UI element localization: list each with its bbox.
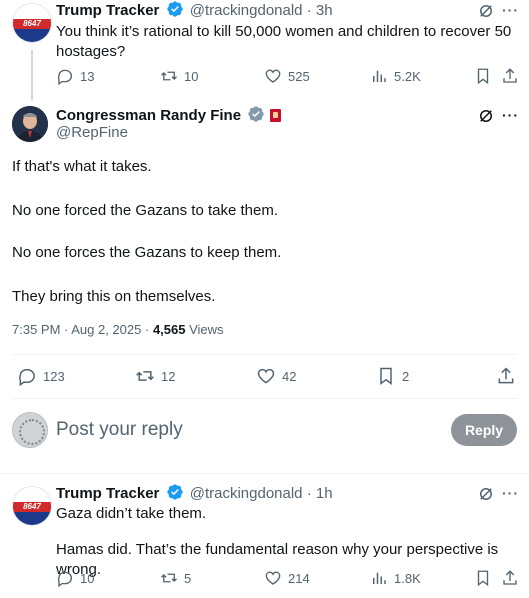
share-button[interactable] bbox=[501, 67, 519, 85]
tweet-actions: 13 10 525 5.2K bbox=[56, 67, 529, 87]
tweet-text-line: They bring this on themselves. bbox=[12, 288, 216, 305]
tweet-metadata: 7:35 PM · Aug 2, 2025 · 4,565 Views bbox=[12, 321, 224, 339]
repost-icon bbox=[136, 371, 154, 381]
like-button[interactable]: 214 bbox=[264, 569, 310, 587]
like-count: 525 bbox=[288, 68, 310, 84]
bookmark-button[interactable]: 2 bbox=[376, 366, 409, 386]
reply-count: 13 bbox=[80, 68, 95, 84]
verified-badge-icon bbox=[166, 484, 183, 500]
tweet-actions: 10 5 214 1.8K bbox=[56, 569, 529, 589]
views-icon bbox=[373, 572, 386, 584]
user-avatar[interactable] bbox=[12, 412, 48, 448]
repost-count: 12 bbox=[161, 368, 176, 384]
divider bbox=[12, 354, 517, 355]
author-name[interactable]: Trump Tracker bbox=[56, 2, 159, 19]
like-button[interactable]: 525 bbox=[264, 67, 310, 85]
divider bbox=[12, 398, 517, 399]
tweet-header: Trump Tracker @trackingdonald · 1h bbox=[56, 483, 333, 504]
tweet-text-line: You think it’s rational to kill 50,000 w… bbox=[56, 23, 512, 40]
share-button[interactable] bbox=[501, 569, 519, 587]
timestamp[interactable]: 3h bbox=[316, 2, 333, 19]
bookmark-icon bbox=[477, 570, 489, 587]
tweet-text-line: hostages? bbox=[56, 43, 126, 60]
tweet-trump-tracker-1[interactable]: 8647 Trump Tracker @trackingdonald · 3h … bbox=[0, 0, 529, 100]
reply-button[interactable]: 13 bbox=[56, 67, 94, 85]
separator: · bbox=[306, 2, 312, 19]
reply-icon bbox=[19, 369, 35, 386]
views-count: 4,565 bbox=[152, 322, 186, 337]
bookmark-icon bbox=[380, 367, 392, 385]
grok-icon[interactable] bbox=[477, 2, 495, 20]
reply-button[interactable]: 10 bbox=[56, 569, 94, 587]
views-label: Views bbox=[189, 322, 224, 337]
reply-icon bbox=[57, 69, 73, 85]
reply-icon bbox=[57, 571, 73, 587]
tweet-trump-tracker-2[interactable]: 8647 Trump Tracker @trackingdonald · 1h … bbox=[0, 473, 529, 598]
reply-button[interactable]: 123 bbox=[17, 366, 65, 386]
more-icon[interactable]: ··· bbox=[502, 485, 519, 501]
reply-input[interactable]: Post your reply bbox=[56, 418, 183, 442]
avatar-label: 8647 bbox=[13, 19, 51, 29]
views-icon bbox=[373, 70, 386, 82]
tweet-header: Trump Tracker @trackingdonald · 3h bbox=[56, 0, 333, 21]
repost-button[interactable]: 10 bbox=[160, 67, 198, 85]
verified-badge-icon bbox=[166, 1, 183, 17]
like-icon bbox=[265, 571, 281, 585]
grok-icon[interactable] bbox=[477, 485, 495, 503]
avatar-portrait bbox=[12, 106, 48, 142]
separator: · bbox=[306, 485, 312, 502]
tweet-text-line: No one forced the Gazans to take them. bbox=[12, 202, 278, 219]
like-icon bbox=[257, 368, 275, 384]
bookmark-icon bbox=[477, 68, 489, 85]
like-button[interactable]: 42 bbox=[256, 366, 296, 386]
grok-icon[interactable] bbox=[477, 107, 495, 125]
views-button[interactable]: 5.2K bbox=[370, 67, 421, 85]
like-icon bbox=[265, 69, 281, 83]
views-button[interactable]: 1.8K bbox=[370, 569, 421, 587]
repost-count: 5 bbox=[184, 570, 192, 586]
more-icon[interactable]: ··· bbox=[502, 107, 519, 123]
like-count: 214 bbox=[288, 570, 310, 586]
bookmark-button[interactable] bbox=[474, 569, 492, 587]
avatar[interactable] bbox=[12, 106, 48, 142]
tweet-text-line: Gaza didn’t take them. bbox=[56, 505, 207, 522]
author-name[interactable]: Trump Tracker bbox=[56, 485, 159, 502]
reply-count: 10 bbox=[80, 570, 95, 586]
repost-button[interactable]: 12 bbox=[135, 366, 175, 386]
share-icon bbox=[503, 68, 517, 83]
avatar-label: 8647 bbox=[13, 502, 51, 512]
tweet-text-line: No one forces the Gazans to keep them. bbox=[12, 244, 282, 261]
timestamp[interactable]: 1h bbox=[316, 485, 333, 502]
reply-submit-button[interactable]: Reply bbox=[451, 414, 517, 446]
avatar[interactable]: 8647 bbox=[12, 486, 52, 526]
reply-count: 123 bbox=[43, 368, 65, 384]
repost-icon bbox=[161, 573, 177, 583]
share-icon bbox=[503, 570, 517, 585]
author-handle[interactable]: @RepFine bbox=[56, 123, 128, 143]
tweet-actions: 123 12 42 2 bbox=[0, 366, 529, 388]
repost-button[interactable]: 5 bbox=[160, 569, 191, 587]
tweet-text: You think it’s rational to kill 50,000 w… bbox=[56, 22, 511, 62]
like-count: 42 bbox=[282, 368, 297, 384]
share-icon bbox=[498, 367, 514, 384]
tweet-text-line: If that's what it takes. bbox=[12, 158, 152, 175]
author-name-text: Congressman Randy Fine bbox=[56, 107, 242, 124]
affiliation-badge-icon[interactable] bbox=[270, 109, 282, 122]
verified-badge-icon bbox=[248, 106, 264, 122]
author-handle[interactable]: @trackingdonald bbox=[190, 2, 303, 19]
more-icon[interactable]: ··· bbox=[502, 2, 519, 18]
repost-icon bbox=[161, 71, 177, 81]
share-button[interactable] bbox=[496, 366, 516, 386]
views-count: 1.8K bbox=[394, 570, 421, 586]
repost-count: 10 bbox=[184, 68, 199, 84]
timestamp[interactable]: 7:35 PM · Aug 2, 2025 · bbox=[12, 322, 149, 337]
views-count: 5.2K bbox=[394, 68, 421, 84]
bookmark-count: 2 bbox=[402, 368, 410, 384]
bookmark-button[interactable] bbox=[474, 67, 492, 85]
author-handle[interactable]: @trackingdonald bbox=[190, 485, 303, 502]
avatar[interactable]: 8647 bbox=[12, 3, 52, 43]
